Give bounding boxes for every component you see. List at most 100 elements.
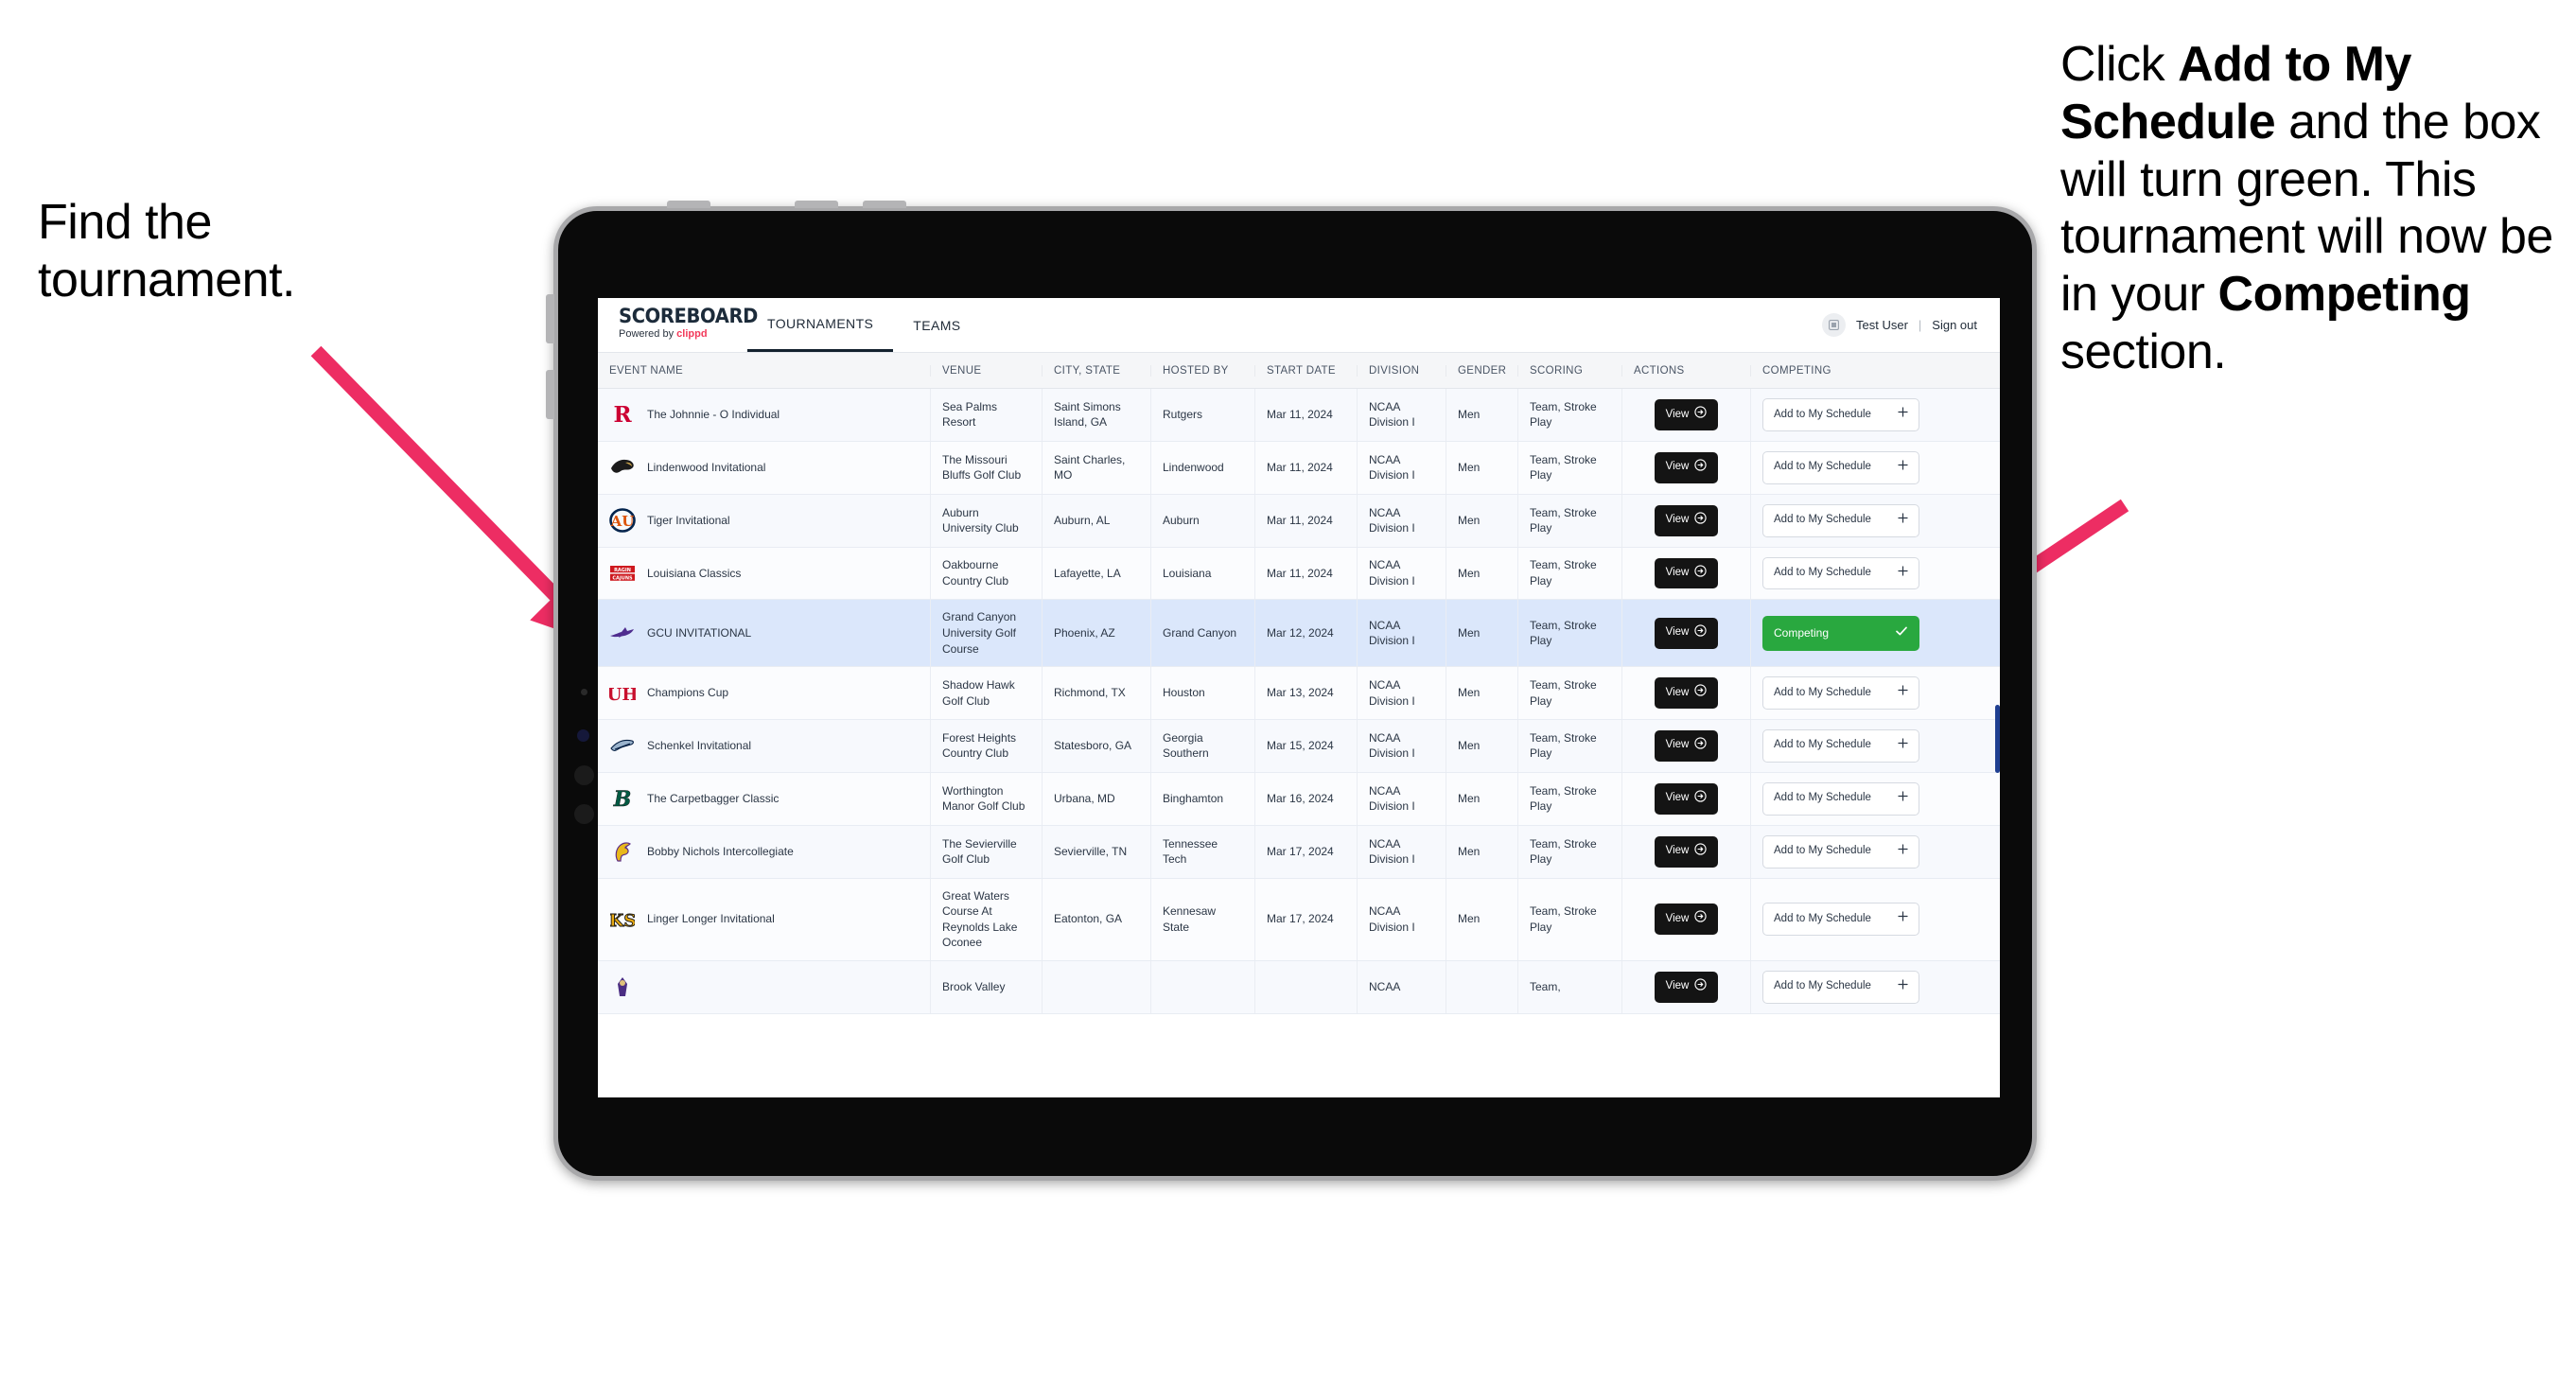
cell-actions: View [1622,547,1751,600]
add-to-my-schedule-button[interactable]: Add to My Schedule [1762,450,1919,484]
cell-hosted-by [1151,960,1255,1013]
event-name-label: Louisiana Classics [647,566,742,580]
table-row[interactable]: Lindenwood Invitational The Missouri Bluf… [598,441,2000,495]
plus-icon [1898,791,1908,807]
brand-tagline: Powered by clippd [619,329,747,340]
cell-actions: View [1622,441,1751,494]
cell-scoring: Team, Stroke Play [1518,719,1622,772]
device-top-button-3[interactable] [863,201,906,208]
cell-venue: Forest Heights Country Club [931,719,1043,772]
cell-scoring: Team, [1518,960,1622,1013]
cell-gender: Men [1446,719,1518,772]
arrow-circle-right-icon [1694,910,1708,928]
speaker-hole-icon [574,765,594,785]
add-to-my-schedule-button[interactable]: Add to My Schedule [1762,970,1919,1004]
cell-actions: View [1622,494,1751,547]
cell-competing: Add to My Schedule [1751,389,1931,441]
cell-hosted-by: Tennessee Tech [1151,825,1255,878]
cell-hosted-by: Grand Canyon [1151,600,1255,667]
view-button[interactable]: View [1654,835,1719,868]
plus-icon [1898,738,1908,754]
table-row[interactable]: UH Champions Cup Shadow Hawk Golf Club Rich… [598,667,2000,720]
view-button-label: View [1665,626,1690,639]
tab-tournaments[interactable]: TOURNAMENTS [747,298,894,352]
cell-start-date [1255,960,1358,1013]
device-volume-up-button[interactable] [546,294,554,343]
tournaments-table: EVENT NAME VENUE CITY, STATE HOSTED BY S… [598,353,2000,1014]
add-to-my-schedule-button[interactable]: Add to My Schedule [1762,556,1919,590]
cell-scoring: Team, Stroke Play [1518,772,1622,825]
cell-venue: Sea Palms Resort [931,389,1043,441]
view-button[interactable]: View [1654,557,1719,589]
vertical-scrollbar[interactable] [1995,705,2000,773]
annotation-right-part-3: Competing [2217,267,2472,323]
brand-tagline-prefix: Powered by [619,328,677,340]
table-row[interactable]: AU Tiger Invitational Auburn University Cl… [598,494,2000,548]
column-header-competing: COMPETING [1762,364,1831,377]
cell-start-date: Mar 11, 2024 [1255,547,1358,600]
device-top-button-2[interactable] [795,201,838,208]
view-button[interactable]: View [1654,904,1719,936]
view-button[interactable]: View [1654,617,1719,649]
table-row[interactable]: Brook Valley NCAA Team, View Add to My Sched… [598,960,2000,1014]
cell-competing: Add to My Schedule [1751,879,1931,960]
plus-icon [1898,979,1908,995]
add-to-my-schedule-label: Add to My Schedule [1774,980,1871,992]
cell-start-date: Mar 17, 2024 [1255,878,1358,960]
add-to-my-schedule-button[interactable]: Add to My Schedule [1762,903,1919,937]
sign-out-link[interactable]: Sign out [1932,318,1977,332]
cell-event-name: B The Carpetbagger Classic [598,772,931,825]
plus-icon [1898,911,1908,927]
table-row[interactable]: Schenkel Invitational Forest Heights Coun… [598,719,2000,773]
event-name-label: Lindenwood Invitational [647,461,766,475]
event-name-label: Schenkel Invitational [647,739,752,753]
device-volume-down-button[interactable] [546,370,554,419]
add-to-my-schedule-button[interactable]: Add to My Schedule [1762,728,1919,763]
arrow-circle-right-icon [1694,737,1708,755]
table-row[interactable]: RAGIN CAJUNS Louisiana Classics Oakbourne C… [598,547,2000,601]
svg-text:UH: UH [609,685,636,705]
cell-actions: View [1622,878,1751,960]
column-header-division: DIVISION [1358,364,1446,377]
cell-division: NCAA Division I [1358,719,1446,772]
add-to-my-schedule-button[interactable]: Add to My Schedule [1762,503,1919,537]
cell-gender: Men [1446,600,1518,667]
arrow-circle-right-icon [1694,512,1708,530]
user-name[interactable]: Test User [1856,318,1908,332]
table-row[interactable]: B The Carpetbagger Classic Worthington Man… [598,772,2000,826]
column-header-city-state: CITY, STATE [1043,364,1151,377]
competing-button[interactable]: Competing [1762,615,1919,651]
view-button[interactable]: View [1654,677,1719,709]
table-row[interactable]: GCU INVITATIONAL Grand Canyon University … [598,600,2000,668]
cell-venue: Shadow Hawk Golf Club [931,667,1043,719]
view-button[interactable]: View [1654,782,1719,815]
view-button[interactable]: View [1654,729,1719,762]
add-to-my-schedule-label: Add to My Schedule [1774,408,1871,420]
cell-competing: Add to My Schedule [1751,495,1931,547]
table-row[interactable]: Bobby Nichols Intercollegiate The Sevierv… [598,825,2000,879]
cell-competing: Add to My Schedule [1751,548,1931,600]
add-to-my-schedule-button[interactable]: Add to My Schedule [1762,676,1919,710]
tab-teams[interactable]: TEAMS [893,298,980,352]
add-to-my-schedule-label: Add to My Schedule [1774,567,1871,579]
view-button[interactable]: View [1654,504,1719,536]
device-top-button-1[interactable] [667,201,710,208]
lindenwood-lion-logo [609,454,636,481]
user-badge-icon[interactable] [1822,313,1846,337]
add-to-my-schedule-button[interactable]: Add to My Schedule [1762,834,1919,868]
add-to-my-schedule-button[interactable]: Add to My Schedule [1762,781,1919,816]
cell-city-state: Phoenix, AZ [1043,600,1151,667]
brand-logo[interactable]: SCOREBOARD Powered by clippd [598,298,758,352]
add-to-my-schedule-button[interactable]: Add to My Schedule [1762,398,1919,431]
table-row[interactable]: R The Johnnie - O Individual Sea Palms Res… [598,389,2000,442]
add-to-my-schedule-label: Add to My Schedule [1774,514,1871,526]
cell-start-date: Mar 16, 2024 [1255,772,1358,825]
view-button[interactable]: View [1654,451,1719,483]
table-row[interactable]: KS Linger Longer Invitational Great Waters… [598,878,2000,961]
event-name-label: GCU INVITATIONAL [647,625,752,640]
view-button[interactable]: View [1654,399,1719,430]
cell-competing: Add to My Schedule [1751,773,1931,825]
view-button[interactable]: View [1654,971,1719,1003]
tablet-device-frame: SCOREBOARD Powered by clippd TOURNAMENTS… [546,201,2037,1181]
cell-venue: Auburn University Club [931,494,1043,547]
